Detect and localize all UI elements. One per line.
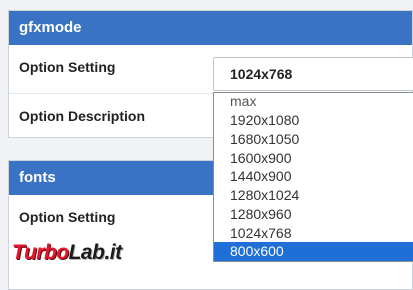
panel-title: gfxmode [9, 11, 412, 45]
option-setting-label: Option Setting [19, 59, 116, 75]
dropdown-option[interactable]: 1440x900 [214, 167, 413, 186]
dropdown-option[interactable]: 1680x1050 [214, 130, 413, 149]
logo-part-turbo: Turbo [12, 241, 69, 264]
dropdown-option[interactable]: max [214, 93, 413, 111]
option-description-label: Option Description [19, 108, 145, 124]
dropdown-option[interactable]: 1920x1080 [214, 111, 413, 130]
gfxmode-select[interactable]: 1024x768 [213, 57, 413, 91]
turbolab-watermark-logo: TurboLab.it [12, 241, 122, 265]
dropdown-option[interactable]: 1024x768 [214, 224, 413, 243]
dropdown-option[interactable]: 1280x960 [214, 205, 413, 224]
dropdown-option[interactable]: 1280x1024 [214, 186, 413, 205]
logo-part-lab: Lab.it [68, 241, 123, 264]
gfxmode-dropdown-list[interactable]: max 1920x1080 1680x1050 1600x900 1440x90… [213, 92, 413, 262]
option-setting-label: Option Setting [19, 209, 116, 225]
dropdown-option[interactable]: 1600x900 [214, 149, 413, 168]
dropdown-option-selected[interactable]: 800x600 [214, 242, 413, 261]
